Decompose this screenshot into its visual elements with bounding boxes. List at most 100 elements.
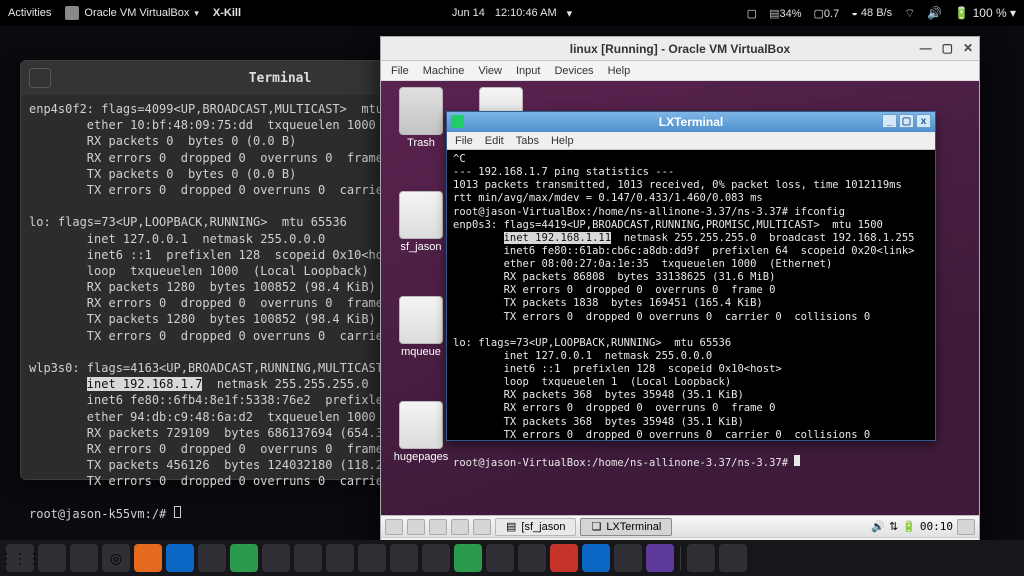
browser-icon[interactable] (429, 519, 447, 535)
lx-menu-help[interactable]: Help (551, 135, 574, 147)
trash-icon (399, 87, 443, 135)
taskbar-button-label: [sf_jason (521, 521, 565, 533)
virtualbox-menubar[interactable]: File Machine View Input Devices Help (381, 61, 979, 81)
drive-icon (399, 296, 443, 344)
dock[interactable]: ⋮⋮⋮ ◎ (0, 540, 1024, 576)
dock-separator (680, 546, 681, 570)
wifi-icon[interactable]: ⌔ (904, 6, 915, 21)
menu-devices[interactable]: Devices (554, 65, 593, 77)
dock-cad-icon[interactable] (614, 544, 642, 572)
window-menu-button[interactable] (29, 68, 51, 88)
net-up-indicator[interactable]: ◒ 48 B/s (851, 7, 892, 19)
network-icon[interactable]: ⇅ (889, 520, 898, 533)
volume-icon[interactable]: 🔊 (927, 6, 942, 20)
perf-icon[interactable]: ▢ (747, 7, 757, 20)
dock-chrome-icon[interactable]: ◎ (102, 544, 130, 572)
menu-file[interactable]: File (391, 65, 409, 77)
lock-icon[interactable] (957, 519, 975, 535)
battery-icon[interactable]: 🔋 (902, 520, 916, 533)
drive-icon (399, 191, 443, 239)
menu-view[interactable]: View (478, 65, 502, 77)
host-terminal-title: Terminal (249, 71, 312, 86)
dock-editor-icon[interactable] (262, 544, 290, 572)
volume-icon[interactable]: 🔊 (871, 520, 885, 533)
minimize-button[interactable]: — (920, 41, 932, 55)
dock-text-icon[interactable] (198, 544, 226, 572)
dock-docs-icon[interactable] (166, 544, 194, 572)
virtualbox-icon (65, 6, 79, 20)
desktop-icon-label: hugepages (394, 451, 448, 463)
menu-help[interactable]: Help (608, 65, 631, 77)
guest-ip-highlight: inet 192.168.1.11 (504, 232, 611, 244)
drive-icon (399, 401, 443, 449)
dock-vscode-icon[interactable] (582, 544, 610, 572)
desktop-icon-trash[interactable]: Trash (391, 87, 451, 149)
maximize-button[interactable]: ▢ (942, 41, 953, 55)
virtualbox-window[interactable]: linux [Running] - Oracle VM VirtualBox —… (380, 36, 980, 556)
battery-icon[interactable]: 🔋 100 % ▾ (954, 6, 1016, 20)
lxterminal-menubar[interactable]: File Edit Tabs Help (447, 132, 935, 150)
lx-menu-tabs[interactable]: Tabs (516, 135, 539, 147)
dock-show-apps-icon[interactable]: ⋮⋮⋮ (6, 544, 34, 572)
dock-diff-icon[interactable] (518, 544, 546, 572)
menu-input[interactable]: Input (516, 65, 540, 77)
taskbar-button-label: LXTerminal (606, 521, 661, 533)
dock-virtualbox-icon[interactable] (687, 544, 715, 572)
guest-desktop[interactable]: Trash sf_jason mqueue hugepages LXTermin… (381, 81, 979, 537)
taskbar-button-lxterminal[interactable]: ❏ LXTerminal (580, 518, 672, 536)
lx-maximize-button[interactable]: ▢ (899, 114, 914, 128)
dock-designer-icon[interactable] (646, 544, 674, 572)
dock-calculator-icon[interactable] (294, 544, 322, 572)
cursor-icon (794, 455, 800, 466)
dock-extension-icon[interactable] (454, 544, 482, 572)
dock-firefox-icon[interactable] (134, 544, 162, 572)
workspace-icon[interactable] (473, 519, 491, 535)
net-down-indicator[interactable]: ▢0.7 (814, 7, 840, 20)
app-menu-label: Oracle VM VirtualBox (84, 7, 189, 19)
time-label[interactable]: 12:10:46 AM (495, 7, 557, 19)
minimize-all-icon[interactable] (451, 519, 469, 535)
desktop-icon-mqueue[interactable]: mqueue (391, 296, 451, 358)
lxterminal-titlebar[interactable]: LXTerminal _ ▢ x (447, 112, 935, 132)
menu-machine[interactable]: Machine (423, 65, 465, 77)
cpu-indicator[interactable]: ▤34% (769, 7, 801, 20)
activities-button[interactable]: Activities (8, 7, 51, 19)
lxterminal-window[interactable]: LXTerminal _ ▢ x File Edit Tabs Help ^C … (446, 111, 936, 441)
desktop-icon-hugepages[interactable]: hugepages (391, 401, 451, 463)
app-menu-button[interactable]: Oracle VM VirtualBox (65, 6, 198, 20)
filemanager-icon[interactable] (407, 519, 425, 535)
lx-close-button[interactable]: x (916, 114, 931, 128)
dock-terminal-icon[interactable] (70, 544, 98, 572)
top-panel: Activities Oracle VM VirtualBox X-Kill J… (0, 0, 1024, 26)
dock-settings-icon[interactable] (358, 544, 386, 572)
lx-menu-edit[interactable]: Edit (485, 135, 504, 147)
desktop-icon-label: mqueue (401, 346, 441, 358)
guest-taskbar[interactable]: ▤ [sf_jason ❏ LXTerminal 🔊 ⇅ 🔋 00:10 (381, 515, 979, 537)
dock-pdf-icon[interactable] (550, 544, 578, 572)
lxterminal-title: LXTerminal (659, 115, 723, 129)
lx-minimize-button[interactable]: _ (882, 114, 897, 128)
dock-ide-icon[interactable] (326, 544, 354, 572)
dock-files-icon[interactable] (38, 544, 66, 572)
lxterminal-output[interactable]: ^C --- 192.168.1.7 ping statistics --- 1… (447, 150, 935, 473)
lx-menu-file[interactable]: File (455, 135, 473, 147)
cursor-icon (174, 506, 181, 518)
virtualbox-title: linux [Running] - Oracle VM VirtualBox (570, 42, 790, 56)
dock-virtualbox-vm-icon[interactable] (719, 544, 747, 572)
desktop-icon-label: Trash (407, 137, 435, 149)
dock-monitor-icon[interactable] (422, 544, 450, 572)
xkill-button[interactable]: X-Kill (213, 7, 241, 19)
notification-icon[interactable]: ▾ (567, 7, 573, 20)
dock-archive-icon[interactable] (486, 544, 514, 572)
taskbar-button-sfjason[interactable]: ▤ [sf_jason (495, 518, 576, 536)
dock-screenshot-icon[interactable] (390, 544, 418, 572)
close-button[interactable]: ✕ (963, 41, 973, 55)
virtualbox-titlebar[interactable]: linux [Running] - Oracle VM VirtualBox —… (381, 37, 979, 61)
date-label[interactable]: Jun 14 (452, 7, 485, 19)
terminal-icon (451, 115, 464, 128)
terminal-icon: ❏ (591, 520, 601, 533)
start-menu-icon[interactable] (385, 519, 403, 535)
dock-sheets-icon[interactable] (230, 544, 258, 572)
guest-clock[interactable]: 00:10 (920, 520, 953, 533)
desktop-icon-sfjason[interactable]: sf_jason (391, 191, 451, 253)
